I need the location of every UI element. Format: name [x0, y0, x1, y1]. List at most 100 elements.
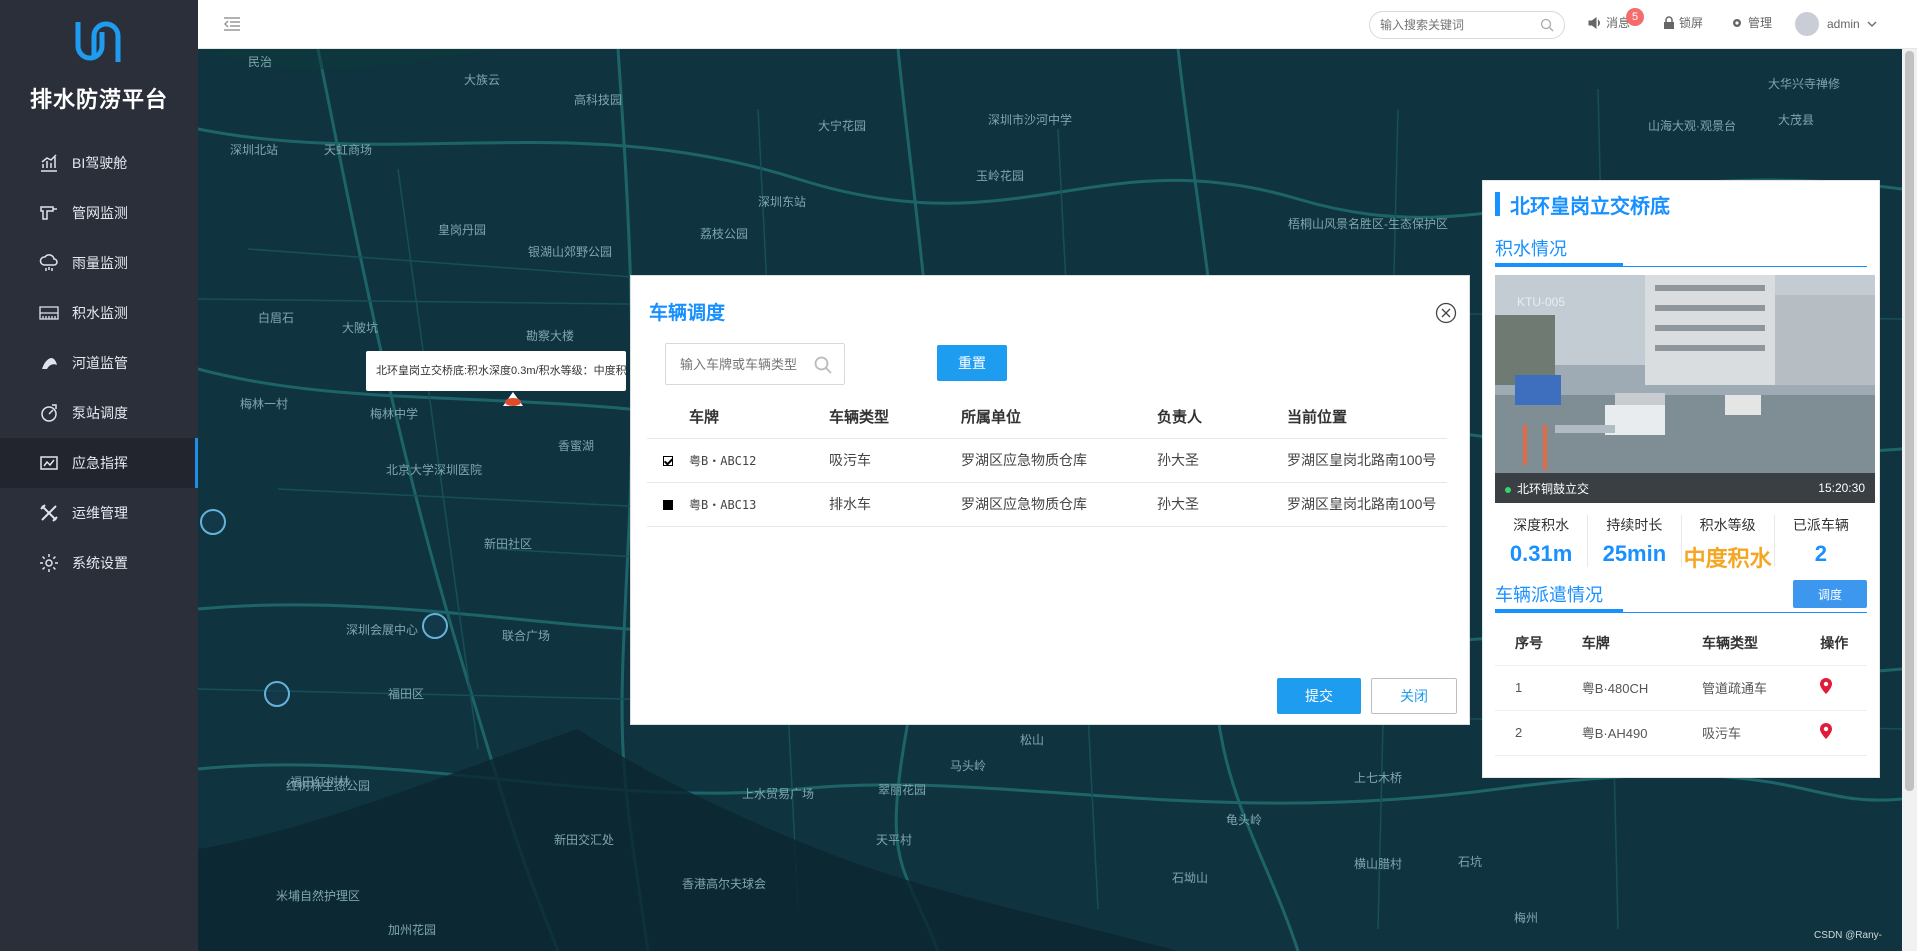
row-number: 1 — [1495, 665, 1562, 711]
sidebar-item-pipe[interactable]: 管网监测 — [0, 188, 198, 238]
menu-fold-icon[interactable] — [222, 14, 242, 34]
search-icon[interactable] — [814, 356, 832, 374]
table-header-row: 车牌 车辆类型 所属单位 负责人 当前位置 — [647, 396, 1447, 439]
user-menu[interactable]: admin — [1795, 12, 1882, 36]
map-label: 玉岭花园 — [976, 169, 1025, 183]
messages-badge: 5 — [1626, 8, 1644, 26]
stat-value: 25min — [1602, 541, 1667, 566]
sidebar-item-label: 雨量监测 — [72, 255, 128, 271]
scrollbar-thumb[interactable] — [1905, 51, 1914, 791]
column-header: 车牌 — [1561, 621, 1682, 666]
panel-title-text: 北环皇岗立交桥底 — [1510, 195, 1670, 218]
gear-icon — [38, 552, 60, 574]
row-action — [1800, 665, 1867, 711]
map-label: 龟头岭 — [1226, 813, 1263, 827]
location-pin-icon[interactable] — [1820, 678, 1833, 694]
detail-panel: 北环皇岗立交桥底 积水情况 KTU-005 北环铜鼓立交 15:20:30 深度… — [1482, 180, 1880, 778]
table-row[interactable]: 粤B・ABC12 吸污车 罗湖区应急物质仓库 孙大圣 罗湖区皇岗北路南100号 — [647, 438, 1447, 483]
stat-depth: 深度积水 0.31m — [1495, 515, 1589, 567]
map-label: 天虹商场 — [324, 143, 373, 157]
map-label: 民治 — [248, 55, 273, 69]
page-scrollbar[interactable] — [1902, 49, 1917, 951]
row-plate: 粤B・ABC12 — [689, 438, 829, 483]
speaker-icon — [1588, 16, 1600, 29]
search-icon[interactable] — [1540, 18, 1554, 32]
row-type: 管道疏通车 — [1682, 665, 1801, 711]
close-button[interactable]: 关闭 — [1371, 678, 1457, 714]
map-label: 白眉石 — [258, 311, 295, 325]
video-time: 15:20:30 — [1818, 481, 1865, 495]
brand-title: 排水防涝平台 — [29, 87, 168, 112]
sidebar-item-river[interactable]: 河道监管 — [0, 338, 198, 388]
column-header: 所属单位 — [961, 396, 1157, 439]
panel-title: 北环皇岗立交桥底 — [1495, 187, 1867, 221]
sidebar-item-settings[interactable]: 系统设置 — [0, 538, 198, 588]
stat-value: 0.31m — [1509, 541, 1573, 566]
reset-button[interactable]: 重置 — [937, 345, 1007, 381]
location-pin-icon[interactable] — [1820, 723, 1833, 739]
map-label: 大族云 — [464, 73, 501, 87]
pump-icon — [38, 402, 60, 424]
column-header: 序号 — [1495, 621, 1562, 666]
map-label: 梅林一村 — [240, 397, 289, 411]
table-row: 1 粤B·480CH 管道疏通车 — [1495, 665, 1867, 711]
table-row[interactable]: 粤B・ABC13 排水车 罗湖区应急物质仓库 孙大圣 罗湖区皇岗北路南100号 — [647, 482, 1447, 527]
map-label: 石坳山 — [1172, 871, 1209, 885]
sidebar-item-bi[interactable]: BI驾驶舱 — [0, 138, 198, 188]
sidebar-item-water[interactable]: 积水监测 — [0, 288, 198, 338]
map-label: 翠丽花园 — [878, 783, 927, 797]
map-label: 大华兴寺禅修 — [1768, 77, 1841, 91]
pump-station-marker[interactable] — [422, 613, 448, 639]
sidebar-item-rain[interactable]: 雨量监测 — [0, 238, 198, 288]
column-header: 负责人 — [1157, 396, 1287, 439]
admin-button[interactable]: 管理 — [1730, 14, 1772, 31]
pipe-icon — [38, 202, 60, 224]
sidebar-item-label: 管网监测 — [72, 205, 128, 221]
video-player[interactable]: KTU-005 北环铜鼓立交 15:20:30 — [1495, 275, 1875, 503]
vehicle-search-input[interactable] — [680, 344, 820, 384]
sidebar-item-label: 系统设置 — [72, 555, 128, 571]
vehicle-search — [665, 343, 845, 385]
sidebar-item-ops[interactable]: 运维管理 — [0, 488, 198, 538]
logo-icon — [75, 21, 121, 62]
logo-area: 排水防涝平台 — [0, 0, 198, 132]
map-label: 石坑 — [1458, 855, 1483, 869]
sidebar-item-emergency[interactable]: 应急指挥 — [0, 438, 198, 488]
water-stats: 深度积水 0.31m 持续时长 25min 积水等级 中度积水 已派车辆 2 — [1495, 515, 1867, 571]
lock-screen-button[interactable]: 锁屏 — [1663, 14, 1703, 31]
river-icon — [38, 352, 60, 374]
camera-tag: KTU-005 — [1517, 295, 1566, 309]
row-unit: 罗湖区应急物质仓库 — [961, 482, 1157, 527]
sidebar-item-pump[interactable]: 泵站调度 — [0, 388, 198, 438]
map-label: 上七木桥 — [1354, 771, 1403, 785]
flood-point-marker[interactable] — [503, 392, 523, 406]
dispatch-section-title: 车辆派遣情况 — [1495, 585, 1603, 605]
messages-button[interactable]: 消息 5 — [1588, 8, 1644, 31]
map-label: 新田社区 — [484, 537, 533, 551]
pump-station-marker[interactable] — [200, 509, 226, 535]
dispatch-button[interactable]: 调度 — [1793, 580, 1867, 608]
settings-gear-icon — [1733, 18, 1741, 27]
map-label: 香蜜湖 — [558, 439, 595, 453]
map-label: 高科技园 — [574, 93, 623, 107]
row-type: 吸污车 — [1682, 710, 1801, 756]
pump-station-marker[interactable] — [264, 681, 290, 707]
map-label: 米埔自然护理区 — [276, 889, 361, 903]
global-search-input[interactable] — [1380, 12, 1530, 38]
map-label: 大宁花园 — [818, 119, 867, 133]
stat-value: 2 — [1814, 541, 1827, 566]
close-icon[interactable] — [1435, 302, 1457, 324]
row-checkbox[interactable] — [663, 500, 673, 511]
row-owner: 孙大圣 — [1157, 438, 1287, 483]
submit-button[interactable]: 提交 — [1277, 678, 1361, 714]
row-plate: 粤B·AH490 — [1561, 710, 1682, 756]
camera-name: 北环铜鼓立交 — [1505, 480, 1589, 497]
column-header: 当前位置 — [1287, 396, 1447, 439]
row-checkbox[interactable] — [663, 456, 673, 467]
select-column-header — [647, 396, 689, 439]
row-type: 吸污车 — [829, 438, 961, 483]
lock-label: 锁屏 — [1679, 16, 1704, 30]
map-label: 银湖山郊野公园 — [528, 245, 613, 259]
water-section-header: 积水情况 — [1495, 233, 1867, 263]
map-label: 大陂坑 — [342, 321, 379, 335]
